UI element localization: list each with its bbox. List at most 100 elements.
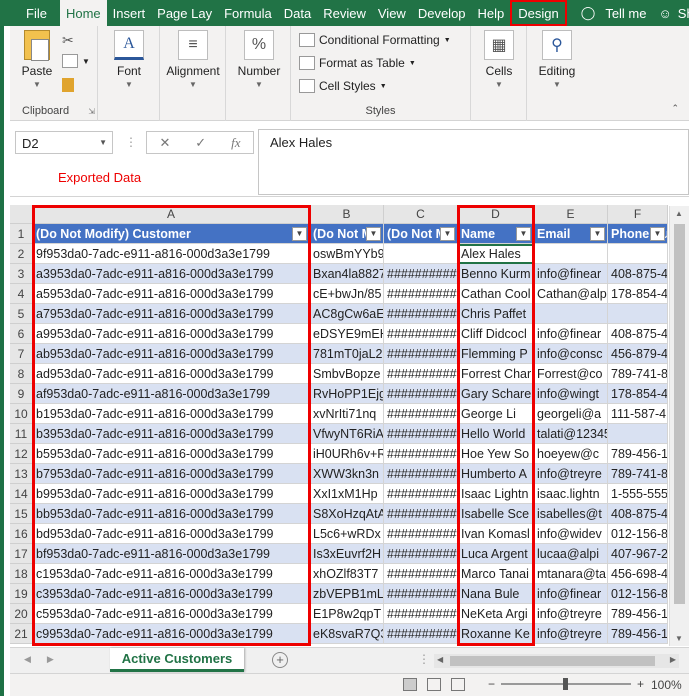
filter-dropdown-icon[interactable]: ▼	[440, 227, 455, 241]
table-cell[interactable]: 789-456-1	[608, 624, 668, 644]
table-cell[interactable]: NeKeta Argi	[458, 604, 534, 624]
table-cell[interactable]: Is3xEuvrf2H	[310, 544, 384, 564]
row-header[interactable]: 2	[10, 244, 33, 264]
collapse-ribbon-icon[interactable]: ⌃	[671, 103, 679, 114]
table-cell[interactable]: bf953da0-7adc-e911-a816-000d3a3e1799	[33, 544, 310, 564]
horizontal-scroll-thumb[interactable]	[450, 656, 655, 666]
table-cell[interactable]: 111-587-4	[608, 404, 668, 424]
alignment-button[interactable]: ≡ Alignment ▼	[163, 30, 223, 89]
tab-developer[interactable]: Develop	[412, 0, 472, 26]
tab-home[interactable]: Home	[59, 0, 107, 26]
table-cell[interactable]: iH0URh6v+R	[310, 444, 384, 464]
zoom-in-icon[interactable]: +	[637, 677, 644, 691]
table-cell[interactable]: 789-741-8	[608, 364, 668, 384]
number-button[interactable]: % Number ▼	[234, 30, 284, 89]
table-cell[interactable]	[608, 244, 668, 264]
table-cell[interactable]: Forrest Char	[458, 364, 534, 384]
table-cell[interactable]: xvNrIti71nq	[310, 404, 384, 424]
table-cell[interactable]: AC8gCw6aE	[310, 304, 384, 324]
table-cell[interactable]: ##########	[384, 544, 458, 564]
table-cell[interactable]: Nana Bule	[458, 584, 534, 604]
table-cell[interactable]: ##########	[384, 604, 458, 624]
row-header[interactable]: 5	[10, 304, 33, 324]
table-cell[interactable]: ##########	[384, 444, 458, 464]
zoom-out-icon[interactable]: −	[488, 677, 495, 691]
row-header[interactable]: 13	[10, 464, 33, 484]
table-cell[interactable]: Isaac Lightn	[458, 484, 534, 504]
tab-design[interactable]: Design	[510, 0, 567, 26]
table-header-cell[interactable]: Email ▼	[534, 224, 608, 244]
table-header-cell[interactable]: (Do Not Modify) Customer ▼	[33, 224, 310, 244]
table-cell[interactable]: Roxanne Ke	[458, 624, 534, 644]
table-cell[interactable]: isabelles@t	[534, 504, 608, 524]
table-cell[interactable]: SmbvBopze	[310, 364, 384, 384]
name-box-dropdown-icon[interactable]: ▼	[99, 138, 107, 147]
table-cell[interactable]: info@finear	[534, 324, 608, 344]
scroll-up-icon[interactable]: ▲	[675, 209, 683, 218]
tab-data[interactable]: Data	[278, 0, 317, 26]
row-header[interactable]: 10	[10, 404, 33, 424]
table-cell[interactable]: Marco Tanai	[458, 564, 534, 584]
row-header[interactable]: 8	[10, 364, 33, 384]
table-cell[interactable]	[608, 424, 668, 444]
table-cell[interactable]: 789-741-8	[608, 464, 668, 484]
sheet-nav-arrows-icon[interactable]: ◀▶	[24, 654, 70, 665]
table-cell[interactable]: b5953da0-7adc-e911-a816-000d3a3e1799	[33, 444, 310, 464]
editing-button[interactable]: ⚲ Editing ▼	[533, 30, 581, 89]
table-cell[interactable]: Chris Paffet	[458, 304, 534, 324]
row-header[interactable]: 6	[10, 324, 33, 344]
table-cell[interactable]: George Li	[458, 404, 534, 424]
row-header[interactable]: 12	[10, 444, 33, 464]
table-cell[interactable]: ##########	[384, 344, 458, 364]
table-cell[interactable]: bd953da0-7adc-e911-a816-000d3a3e1799	[33, 524, 310, 544]
table-cell[interactable]: 408-875-4	[608, 324, 668, 344]
table-cell[interactable]: Cathan@alp	[534, 284, 608, 304]
row-header[interactable]: 3	[10, 264, 33, 284]
row-header[interactable]: 18	[10, 564, 33, 584]
table-cell[interactable]	[534, 304, 608, 324]
copy-button[interactable]: ▼	[62, 54, 90, 68]
table-cell[interactable]	[534, 244, 608, 264]
table-cell[interactable]: 781mT0jaL2	[310, 344, 384, 364]
table-cell[interactable]: ##########	[384, 504, 458, 524]
row-header[interactable]: 9	[10, 384, 33, 404]
table-cell[interactable]: eK8svaR7Q3	[310, 624, 384, 644]
tab-page-layout[interactable]: Page Lay	[151, 0, 218, 26]
table-cell[interactable]: info@finear	[534, 584, 608, 604]
table-cell[interactable]: VfwyNT6RiA	[310, 424, 384, 444]
table-cell[interactable]: eDSYE9mEH	[310, 324, 384, 344]
table-cell[interactable]: b7953da0-7adc-e911-a816-000d3a3e1799	[33, 464, 310, 484]
formula-bar-input[interactable]: Alex Hales	[258, 129, 689, 195]
table-cell[interactable]: ##########	[384, 484, 458, 504]
zoom-track[interactable]	[501, 678, 632, 690]
row-header[interactable]: 20	[10, 604, 33, 624]
table-cell[interactable]	[384, 244, 458, 264]
table-cell[interactable]: ##########	[384, 364, 458, 384]
tab-splitter-icon[interactable]: ⋮	[418, 652, 430, 666]
table-cell[interactable]: a3953da0-7adc-e911-a816-000d3a3e1799	[33, 264, 310, 284]
table-cell[interactable]: Gary Schare	[458, 384, 534, 404]
table-cell[interactable]: ##########	[384, 304, 458, 324]
table-cell[interactable]: E1P8w2qpT	[310, 604, 384, 624]
table-cell[interactable]: info@treyre	[534, 464, 608, 484]
table-cell[interactable]: Flemming P	[458, 344, 534, 364]
column-header-b[interactable]: B	[310, 205, 384, 224]
table-cell[interactable]: 9f953da0-7adc-e911-a816-000d3a3e1799	[33, 244, 310, 264]
table-cell[interactable]: Bxan4la8827	[310, 264, 384, 284]
table-cell[interactable]: Cliff Didcocl	[458, 324, 534, 344]
select-all-corner[interactable]	[10, 205, 33, 224]
tab-help[interactable]: Help	[472, 0, 511, 26]
table-cell[interactable]: 178-854-4	[608, 284, 668, 304]
table-cell[interactable]: 408-875-4	[608, 264, 668, 284]
table-cell[interactable]: ##########	[384, 624, 458, 644]
conditional-formatting-button[interactable]: Conditional Formatting ▼	[299, 33, 451, 47]
table-cell[interactable]: Luca Argent	[458, 544, 534, 564]
table-cell[interactable]: info@wingt	[534, 384, 608, 404]
table-cell[interactable]: ##########	[384, 424, 458, 444]
table-cell[interactable]: ab953da0-7adc-e911-a816-000d3a3e1799	[33, 344, 310, 364]
scroll-right-icon[interactable]: ▶	[670, 655, 676, 664]
row-header[interactable]: 15	[10, 504, 33, 524]
column-header-f[interactable]: F	[608, 205, 668, 224]
table-cell[interactable]: c3953da0-7adc-e911-a816-000d3a3e1799	[33, 584, 310, 604]
table-cell[interactable]: bb953da0-7adc-e911-a816-000d3a3e1799	[33, 504, 310, 524]
